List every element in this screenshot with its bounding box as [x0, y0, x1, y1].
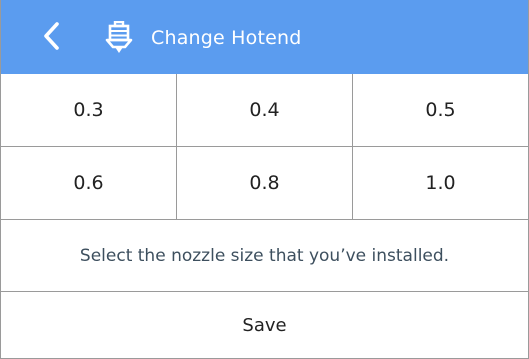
hotend-icon — [105, 21, 133, 53]
nozzle-option-0-3[interactable]: 0.3 — [1, 74, 176, 146]
nozzle-size-grid: 0.3 0.4 0.5 0.6 0.8 1.0 — [1, 74, 528, 220]
instruction-text: Select the nozzle size that you’ve insta… — [1, 220, 528, 292]
save-button[interactable]: Save — [1, 292, 528, 358]
change-hotend-screen: Change Hotend 0.3 0.4 0.5 0.6 0.8 1.0 Se… — [0, 0, 529, 359]
nozzle-row: 0.3 0.4 0.5 — [1, 74, 528, 147]
nozzle-option-0-8[interactable]: 0.8 — [176, 147, 352, 219]
nozzle-option-0-6[interactable]: 0.6 — [1, 147, 176, 219]
header-bar: Change Hotend — [1, 0, 528, 74]
page-title: Change Hotend — [151, 27, 302, 49]
chevron-left-icon — [44, 22, 59, 50]
nozzle-row: 0.6 0.8 1.0 — [1, 147, 528, 220]
nozzle-option-1-0[interactable]: 1.0 — [352, 147, 528, 219]
back-button[interactable] — [31, 16, 71, 56]
nozzle-option-0-5[interactable]: 0.5 — [352, 74, 528, 146]
nozzle-option-0-4[interactable]: 0.4 — [176, 74, 352, 146]
